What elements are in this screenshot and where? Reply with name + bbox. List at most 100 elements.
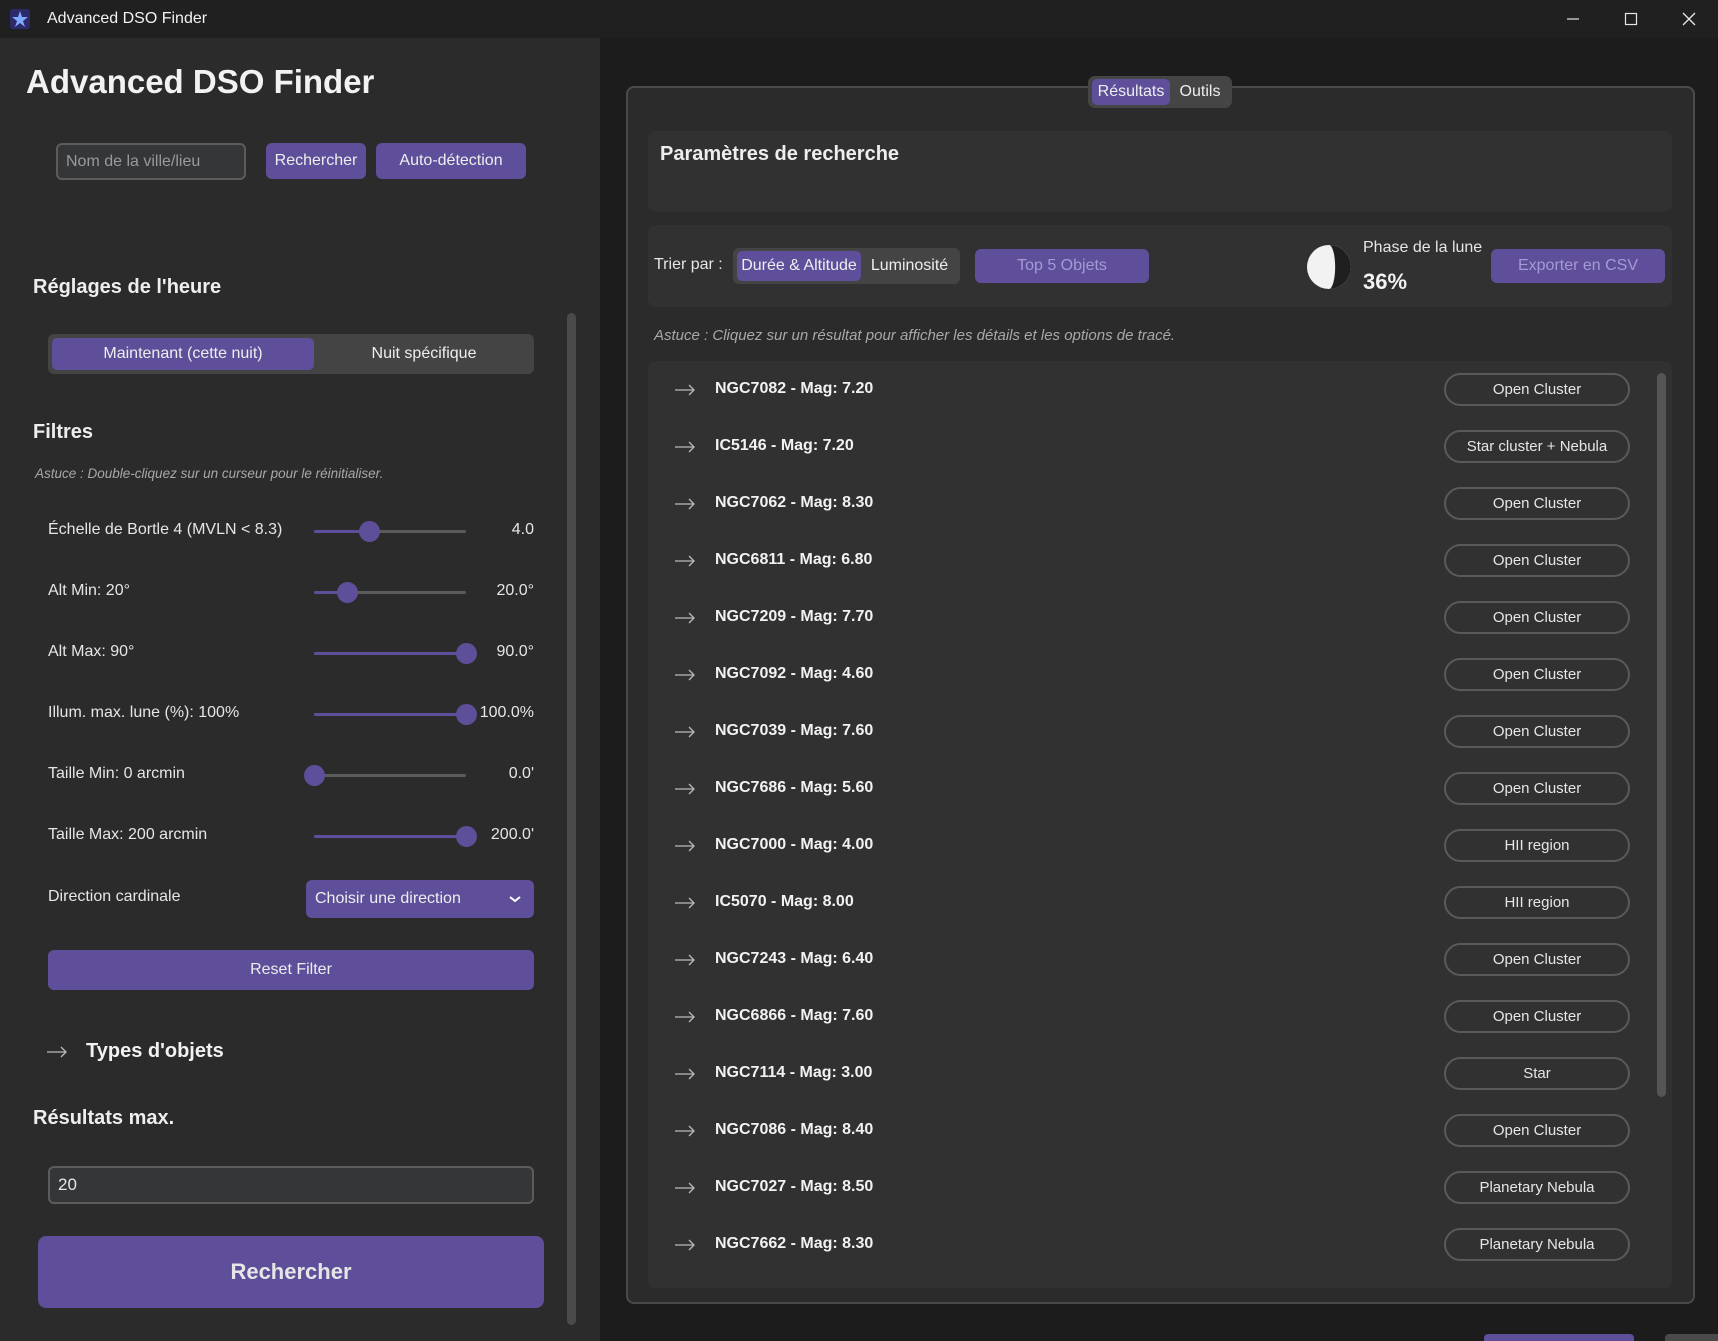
filters-title: Filtres (33, 421, 94, 443)
result-name: NGC7086 - Mag: 8.40 (715, 1121, 874, 1138)
slider-knob[interactable] (304, 765, 325, 786)
size-max-slider[interactable] (314, 826, 477, 847)
arrow-right-icon (675, 498, 695, 510)
time-option-now[interactable]: Maintenant (cette nuit) (52, 338, 314, 370)
minimize-button[interactable] (1544, 0, 1602, 38)
result-row[interactable]: NGC7000 - Mag: 4.00 HII region (648, 817, 1672, 874)
arrow-right-icon (675, 612, 695, 624)
search-params-box: Paramètres de recherche (648, 131, 1672, 212)
result-name: NGC7243 - Mag: 6.40 (715, 950, 874, 967)
slider-knob[interactable] (337, 582, 359, 603)
result-row[interactable]: NGC7086 - Mag: 8.40 Open Cluster (648, 1102, 1672, 1159)
arrow-right-icon (675, 840, 695, 852)
tab-results[interactable]: Résultats (1092, 79, 1170, 105)
filters-hint: Astuce : Double-cliquez sur un curseur p… (35, 466, 384, 481)
result-type-badge: Open Cluster (1444, 1114, 1630, 1147)
result-row[interactable]: NGC7114 - Mag: 3.00 Star (648, 1045, 1672, 1102)
object-types-label: Types d'objets (86, 1040, 224, 1062)
sort-option-brightness[interactable]: Luminosité (863, 251, 956, 281)
alt-max-slider[interactable] (314, 643, 477, 664)
export-csv-button[interactable]: Exporter en CSV (1491, 249, 1665, 283)
results-scrollbar[interactable] (1657, 373, 1666, 1097)
max-results-input[interactable]: 20 (48, 1166, 534, 1204)
arrow-right-icon (675, 384, 695, 396)
result-name: NGC7062 - Mag: 8.30 (715, 494, 874, 511)
result-row[interactable]: NGC7209 - Mag: 7.70 Open Cluster (648, 589, 1672, 646)
arrow-right-icon (675, 897, 695, 909)
window-controls (1544, 0, 1718, 38)
sort-segmented: Durée & Altitude Luminosité (733, 248, 960, 284)
arrow-right-icon (675, 1011, 695, 1023)
sort-toolbar: Trier par : Durée & Altitude Luminosité … (648, 225, 1672, 307)
main-tabs: Résultats Outils (1088, 76, 1232, 108)
moon-illum-label: Illum. max. lune (%): 100% (48, 704, 240, 721)
tab-tools[interactable]: Outils (1172, 79, 1228, 105)
result-name: NGC7114 - Mag: 3.00 (715, 1064, 873, 1081)
result-row[interactable]: NGC7027 - Mag: 8.50 Planetary Nebula (648, 1159, 1672, 1216)
result-name: NGC6811 - Mag: 6.80 (715, 551, 873, 568)
result-row[interactable]: IC5070 - Mag: 8.00 HII region (648, 874, 1672, 931)
direction-select-value: Choisir une direction (315, 890, 461, 907)
search-params-title: Paramètres de recherche (660, 143, 900, 165)
size-min-label: Taille Min: 0 arcmin (48, 765, 185, 782)
size-min-slider[interactable] (304, 765, 466, 786)
slider-knob[interactable] (358, 521, 380, 542)
result-name: NGC7082 - Mag: 7.20 (715, 380, 874, 397)
bortle-slider[interactable] (314, 521, 466, 542)
sort-option-duration-altitude[interactable]: Durée & Altitude (737, 251, 861, 281)
result-row[interactable]: NGC7662 - Mag: 8.30 Planetary Nebula (648, 1216, 1672, 1273)
result-row[interactable]: NGC7062 - Mag: 8.30 Open Cluster (648, 475, 1672, 532)
result-row[interactable]: NGC7082 - Mag: 7.20 Open Cluster (648, 361, 1672, 418)
sidebar-scrollbar[interactable] (567, 313, 576, 1325)
window-titlebar: Advanced DSO Finder (0, 0, 1718, 38)
sort-label: Trier par : (654, 256, 723, 273)
result-name: NGC7027 - Mag: 8.50 (715, 1178, 874, 1195)
bottom-action-button[interactable] (1484, 1334, 1634, 1341)
result-name: NGC7662 - Mag: 8.30 (715, 1235, 874, 1252)
result-name: IC5070 - Mag: 8.00 (715, 893, 854, 910)
result-type-badge: Star (1444, 1057, 1630, 1090)
time-settings-title: Réglages de l'heure (33, 276, 222, 298)
moon-illum-slider[interactable] (314, 704, 477, 725)
close-button[interactable] (1660, 0, 1718, 38)
direction-select[interactable]: Choisir une direction (306, 880, 534, 918)
moon-illum-value: 100.0% (479, 704, 534, 721)
time-option-specific-night[interactable]: Nuit spécifique (318, 338, 530, 370)
slider-fill (314, 652, 466, 655)
result-type-badge: Open Cluster (1444, 1000, 1630, 1033)
maximize-button[interactable] (1602, 0, 1660, 38)
result-type-badge: Open Cluster (1444, 487, 1630, 520)
result-name: IC5146 - Mag: 7.20 (715, 437, 854, 454)
size-max-value: 200.0' (490, 826, 534, 843)
arrow-right-icon (675, 783, 695, 795)
result-type-badge: HII region (1444, 886, 1630, 919)
result-type-badge: Open Cluster (1444, 943, 1630, 976)
result-type-badge: Open Cluster (1444, 601, 1630, 634)
result-row[interactable]: NGC7686 - Mag: 5.60 Open Cluster (648, 760, 1672, 817)
reset-filter-button[interactable]: Reset Filter (48, 950, 534, 990)
top5-button[interactable]: Top 5 Objets (975, 249, 1149, 283)
result-name: NGC7092 - Mag: 4.60 (715, 665, 874, 682)
alt-min-label: Alt Min: 20° (48, 582, 130, 599)
result-row[interactable]: IC5146 - Mag: 7.20 Star cluster + Nebula (648, 418, 1672, 475)
city-search-button[interactable]: Rechercher (266, 143, 366, 179)
result-row[interactable]: NGC6866 - Mag: 7.60 Open Cluster (648, 988, 1672, 1045)
city-search-input[interactable] (56, 143, 246, 180)
result-row[interactable]: NGC7243 - Mag: 6.40 Open Cluster (648, 931, 1672, 988)
result-name: NGC7686 - Mag: 5.60 (715, 779, 874, 796)
result-type-badge: Open Cluster (1444, 772, 1630, 805)
result-row[interactable]: NGC6811 - Mag: 6.80 Open Cluster (648, 532, 1672, 589)
result-row[interactable]: NGC7092 - Mag: 4.60 Open Cluster (648, 646, 1672, 703)
alt-max-value: 90.0° (496, 643, 534, 660)
auto-detect-button[interactable]: Auto-détection (376, 143, 526, 179)
bottom-secondary-button[interactable] (1665, 1334, 1718, 1341)
object-types-expander[interactable]: Types d'objets (46, 1040, 224, 1063)
alt-min-slider[interactable] (314, 582, 466, 603)
arrow-right-icon (675, 1068, 695, 1080)
window-title: Advanced DSO Finder (47, 10, 208, 27)
moon-phase-label: Phase de la lune (1363, 239, 1483, 256)
arrow-right-icon (675, 726, 695, 738)
result-type-badge: Planetary Nebula (1444, 1171, 1630, 1204)
main-search-button[interactable]: Rechercher (38, 1236, 544, 1308)
result-row[interactable]: NGC7039 - Mag: 7.60 Open Cluster (648, 703, 1672, 760)
